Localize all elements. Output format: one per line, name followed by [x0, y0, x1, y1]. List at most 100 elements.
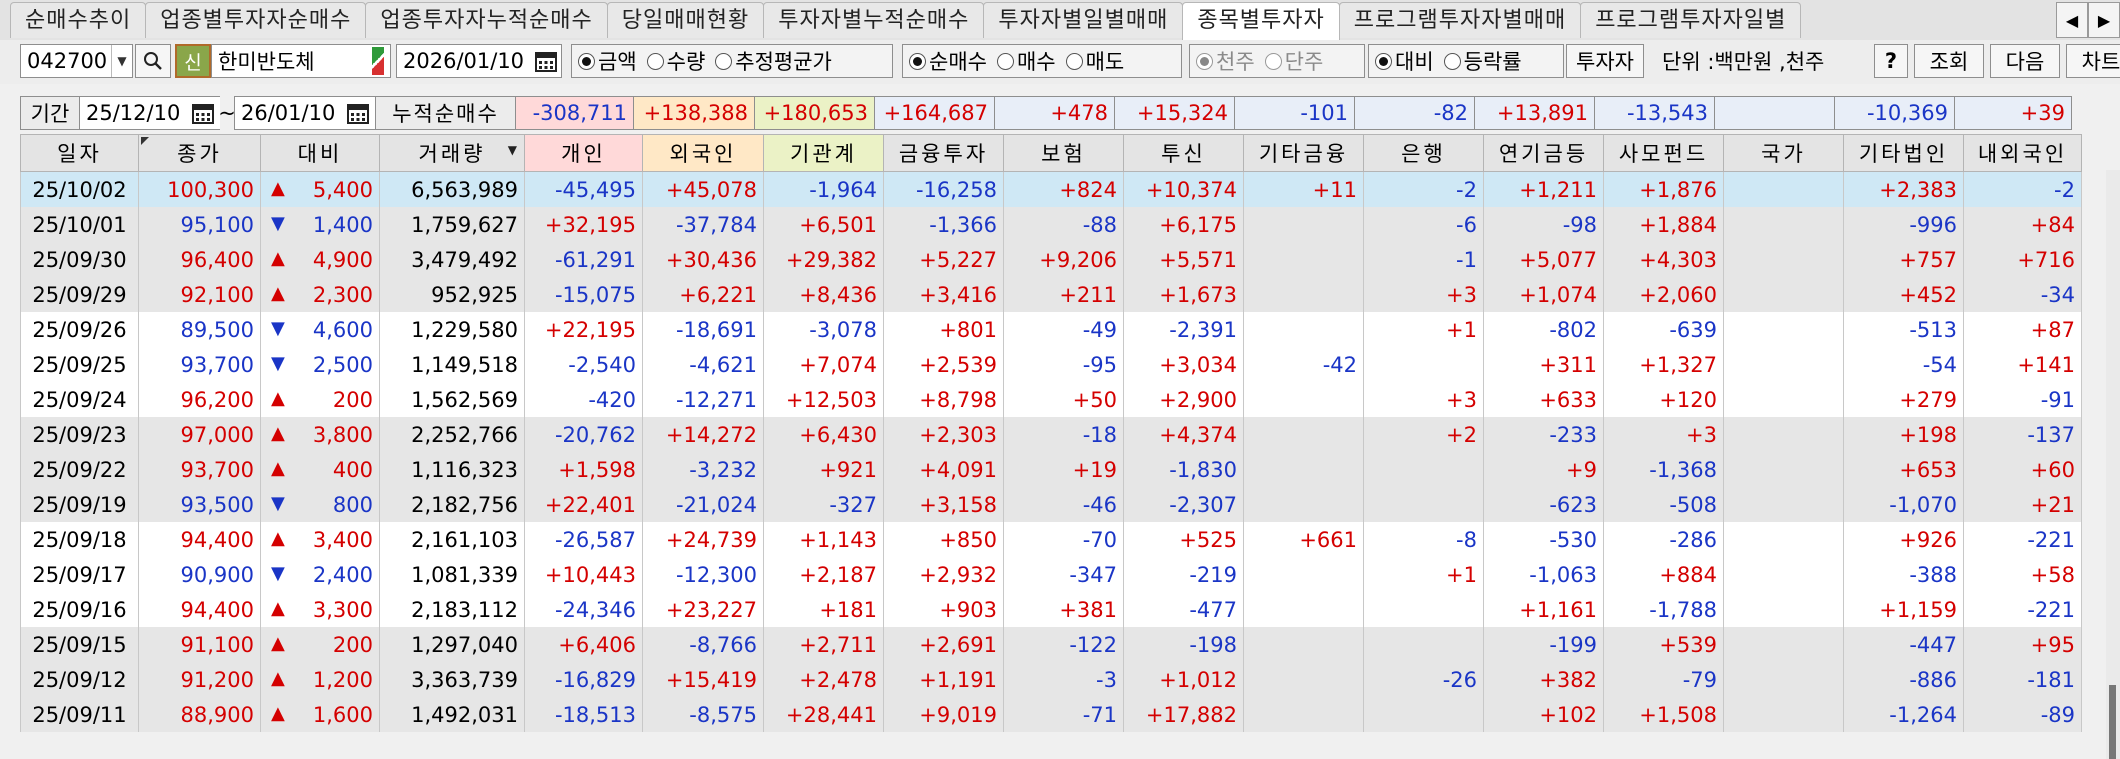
table-row[interactable]: 25/09/19 93,500 ▼ 800 2,182,756 +22,401 -21,02…: [20, 487, 2082, 522]
cell-investor[interactable]: +3: [1603, 417, 1724, 452]
trade-option-1[interactable]: 매수: [996, 46, 1056, 76]
cell-close[interactable]: 93,700: [138, 347, 261, 382]
cell-change[interactable]: ▲ 200: [260, 382, 380, 417]
cell-investor[interactable]: -26,587: [524, 522, 643, 557]
cell-investor[interactable]: -6: [1363, 207, 1484, 242]
cell-investor[interactable]: -95: [1003, 347, 1124, 382]
column-header-15[interactable]: 기타법인: [1843, 134, 1964, 172]
cell-investor[interactable]: +633: [1483, 382, 1604, 417]
cell-investor[interactable]: [1363, 697, 1484, 732]
cell-close[interactable]: 100,300: [138, 171, 261, 207]
cell-investor[interactable]: +17,882: [1123, 697, 1244, 732]
column-header-4[interactable]: 개인: [524, 134, 643, 172]
cell-change[interactable]: ▼ 2,500: [260, 347, 380, 382]
cell-investor[interactable]: -122: [1003, 627, 1124, 662]
cell-investor[interactable]: -46: [1003, 487, 1124, 522]
cell-date[interactable]: 25/09/23: [20, 417, 139, 452]
cell-investor[interactable]: +8,436: [763, 277, 884, 312]
cell-investor[interactable]: -88: [1003, 207, 1124, 242]
cell-close[interactable]: 97,000: [138, 417, 261, 452]
cell-investor[interactable]: +9,019: [883, 697, 1004, 732]
cell-date[interactable]: 25/09/11: [20, 697, 139, 732]
cell-investor[interactable]: +2: [1363, 417, 1484, 452]
table-row[interactable]: 25/09/30 96,400 ▲ 4,900 3,479,492 -61,291 +30,…: [20, 242, 2082, 277]
cell-investor[interactable]: +2,539: [883, 347, 1004, 382]
cell-investor[interactable]: -802: [1483, 312, 1604, 347]
cell-investor[interactable]: -327: [763, 487, 884, 522]
cell-investor[interactable]: [1723, 207, 1844, 242]
cell-investor[interactable]: +1,884: [1603, 207, 1724, 242]
cell-investor[interactable]: [1723, 277, 1844, 312]
cell-investor[interactable]: +21: [1963, 487, 2082, 522]
cell-close[interactable]: 96,400: [138, 242, 261, 277]
cell-investor[interactable]: [1243, 487, 1364, 522]
cell-investor[interactable]: +45,078: [642, 171, 764, 207]
cell-investor[interactable]: +1,508: [1603, 697, 1724, 732]
cell-investor[interactable]: [1243, 312, 1364, 347]
cell-investor[interactable]: -24,346: [524, 592, 643, 627]
cell-investor[interactable]: +4,374: [1123, 417, 1244, 452]
compare-option-1[interactable]: 등락률: [1443, 46, 1522, 76]
cell-investor[interactable]: +279: [1843, 382, 1964, 417]
radio-button-icon[interactable]: [646, 52, 664, 70]
cell-investor[interactable]: [1243, 417, 1364, 452]
cell-investor[interactable]: +23,227: [642, 592, 764, 627]
cell-investor[interactable]: -12,271: [642, 382, 764, 417]
cell-date[interactable]: 25/09/30: [20, 242, 139, 277]
cell-volume[interactable]: 3,479,492: [379, 242, 525, 277]
cell-close[interactable]: 96,200: [138, 382, 261, 417]
cell-investor[interactable]: -18: [1003, 417, 1124, 452]
cell-close[interactable]: 90,900: [138, 557, 261, 592]
cell-investor[interactable]: -71: [1003, 697, 1124, 732]
column-header-7[interactable]: 금융투자: [883, 134, 1004, 172]
cell-investor[interactable]: -447: [1843, 627, 1964, 662]
column-header-12[interactable]: 연기금등: [1483, 134, 1604, 172]
cell-investor[interactable]: -1: [1363, 242, 1484, 277]
cell-investor[interactable]: -54: [1843, 347, 1964, 382]
cell-investor[interactable]: +1,211: [1483, 171, 1604, 207]
cell-investor[interactable]: +11: [1243, 171, 1364, 207]
cell-investor[interactable]: +5,571: [1123, 242, 1244, 277]
cell-investor[interactable]: -513: [1843, 312, 1964, 347]
cell-change[interactable]: ▲ 2,300: [260, 277, 380, 312]
table-row[interactable]: 25/10/02 100,300 ▲ 5,400 6,563,989 -45,495 +45…: [20, 171, 2082, 207]
stock-name-field[interactable]: 한미반도체: [211, 44, 391, 78]
vertical-scrollbar[interactable]: [2106, 170, 2120, 759]
cell-investor[interactable]: +1,012: [1123, 662, 1244, 697]
cell-investor[interactable]: -388: [1843, 557, 1964, 592]
cell-investor[interactable]: -34: [1963, 277, 2082, 312]
cell-investor[interactable]: +5,227: [883, 242, 1004, 277]
cell-investor[interactable]: [1363, 487, 1484, 522]
cell-investor[interactable]: -12,300: [642, 557, 764, 592]
trade-option-0[interactable]: 순매수: [909, 46, 987, 76]
cell-volume[interactable]: 2,161,103: [379, 522, 525, 557]
cell-investor[interactable]: +1: [1363, 557, 1484, 592]
tab-7[interactable]: 프로그램투자자별매매: [1338, 2, 1582, 38]
cell-investor[interactable]: +32,195: [524, 207, 643, 242]
table-row[interactable]: 25/09/16 94,400 ▲ 3,300 2,183,112 -24,346 +23,…: [20, 592, 2082, 627]
cell-investor[interactable]: [1723, 171, 1844, 207]
cell-investor[interactable]: [1363, 452, 1484, 487]
metric-option-1[interactable]: 수량: [646, 46, 705, 76]
cell-investor[interactable]: +9: [1483, 452, 1604, 487]
cell-investor[interactable]: +850: [883, 522, 1004, 557]
cell-investor[interactable]: -233: [1483, 417, 1604, 452]
cell-investor[interactable]: [1723, 242, 1844, 277]
cell-date[interactable]: 25/09/19: [20, 487, 139, 522]
radio-button-icon[interactable]: [1196, 52, 1213, 70]
cell-volume[interactable]: 2,183,112: [379, 592, 525, 627]
cell-investor[interactable]: [1723, 382, 1844, 417]
cell-investor[interactable]: +6,221: [642, 277, 764, 312]
cell-date[interactable]: 25/09/25: [20, 347, 139, 382]
cell-date[interactable]: 25/09/22: [20, 452, 139, 487]
table-row[interactable]: 25/09/26 89,500 ▼ 4,600 1,229,580 +22,195 -18,…: [20, 312, 2082, 347]
cell-date[interactable]: 25/09/18: [20, 522, 139, 557]
cell-investor[interactable]: -420: [524, 382, 643, 417]
table-row[interactable]: 25/09/15 91,100 ▲ 200 1,297,040 +6,406 -8,766 +…: [20, 627, 2082, 662]
cell-investor[interactable]: -530: [1483, 522, 1604, 557]
cell-investor[interactable]: +22,401: [524, 487, 643, 522]
cell-investor[interactable]: -623: [1483, 487, 1604, 522]
next-button[interactable]: 다음: [1990, 44, 2060, 78]
cell-investor[interactable]: [1243, 452, 1364, 487]
cell-investor[interactable]: -221: [1963, 522, 2082, 557]
